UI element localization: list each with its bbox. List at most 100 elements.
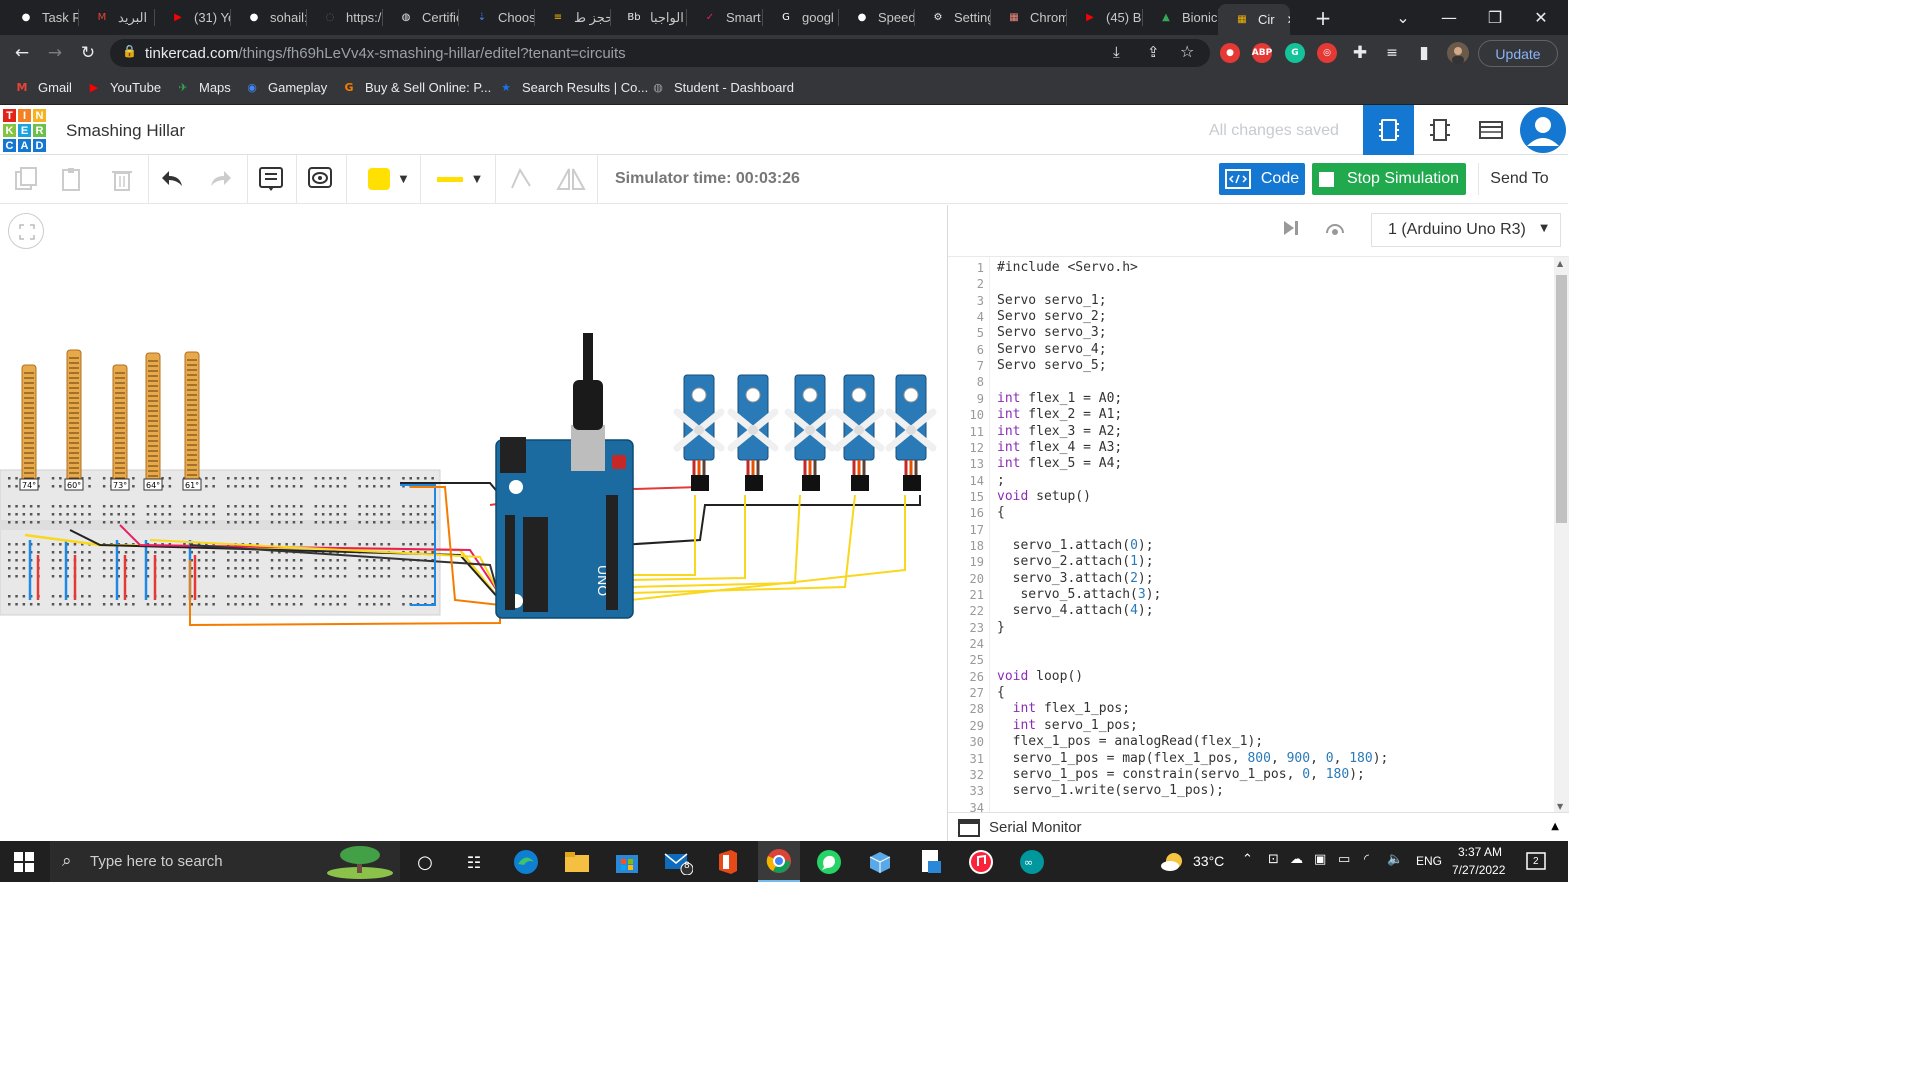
code-line[interactable]: servo_1.attach(0); (997, 538, 1154, 553)
browser-tab[interactable]: ▶ (45) Bi (1066, 4, 1142, 31)
flip-icon[interactable] (555, 163, 587, 195)
circuit-view-button[interactable] (1363, 105, 1414, 155)
browser-tab[interactable]: ✓ Smart (686, 4, 762, 31)
stop-simulation-button[interactable]: Stop Simulation (1312, 163, 1466, 195)
code-line[interactable]: ; (997, 473, 1005, 488)
bookmark-item[interactable]: M Gmail (14, 79, 72, 95)
editor-scrollbar[interactable]: ▲ ▼ (1554, 257, 1569, 812)
step-icon[interactable] (1281, 218, 1301, 243)
redo-icon[interactable] (204, 163, 236, 195)
browser-tab[interactable]: ▦ Cir ✕ (1218, 4, 1290, 35)
network-device-icon[interactable]: ▣ (1314, 852, 1326, 867)
browser-tab[interactable]: M البريد (78, 4, 154, 31)
code-line[interactable]: { (997, 685, 1005, 700)
code-line[interactable]: int flex_1 = A0; (997, 391, 1122, 406)
widgets-icon[interactable]: ☷ (458, 846, 490, 878)
chrome-taskbar-icon[interactable] (758, 841, 800, 882)
side-panel-icon[interactable]: ▮ (1412, 41, 1436, 65)
code-line[interactable]: servo_2.attach(1); (997, 554, 1154, 569)
browser-tab[interactable]: Ggoogl (762, 4, 838, 31)
code-line[interactable]: Servo servo_4; (997, 342, 1107, 357)
browser-tab[interactable]: ⇣ Choos (458, 4, 534, 31)
onedrive-icon[interactable]: ☁ (1290, 852, 1303, 867)
restore-icon[interactable]: ❐ (1472, 0, 1518, 35)
code-line[interactable]: int flex_4 = A3; (997, 440, 1122, 455)
browser-tab[interactable]: ◌ https:/ (306, 4, 382, 31)
wifi-icon[interactable]: ◜ (1364, 852, 1369, 867)
tab-search-icon[interactable]: ⌄ (1380, 0, 1426, 35)
browser-tab[interactable]: ● Task R (2, 4, 78, 31)
reload-icon[interactable]: ↻ (76, 41, 100, 65)
user-avatar[interactable] (1517, 105, 1568, 155)
close-window-icon[interactable]: ✕ (1518, 0, 1564, 35)
address-bar[interactable]: 🔒 tinkercad.com/things/fh69hLeVv4x-smash… (110, 39, 1210, 67)
expand-up-icon[interactable]: ▲ (1551, 821, 1559, 832)
code-line[interactable]: servo_1_pos = constrain(servo_1_pos, 0, … (997, 767, 1365, 782)
record-ext-icon[interactable]: ● (1220, 43, 1240, 63)
extensions-puzzle-icon[interactable]: ✚ (1348, 41, 1372, 65)
paste-icon[interactable] (56, 163, 88, 195)
lock-icon[interactable]: 🔒 (122, 44, 137, 58)
browser-tab[interactable]: ▶ (31) Yo (154, 4, 230, 31)
bookmark-item[interactable]: ✈ Maps (175, 79, 230, 95)
whatsapp-icon[interactable] (813, 846, 845, 878)
browser-tab[interactable]: ▦ Chrom (990, 4, 1066, 31)
code-line[interactable]: Servo servo_5; (997, 358, 1107, 373)
wire-type-picker[interactable]: ▼ (430, 163, 488, 195)
rotate-icon[interactable] (505, 163, 537, 195)
code-line[interactable]: int flex_3 = A2; (997, 424, 1122, 439)
bookmark-item[interactable]: ◉ Gameplay (244, 79, 327, 95)
circuit-canvas[interactable]: 74° 60° 73° 64° 61° UNO (0, 205, 947, 841)
bookmark-item[interactable]: ◍ Student - Dashboard (650, 79, 794, 95)
tray-icon[interactable]: ⊡ (1268, 852, 1279, 867)
language-indicator[interactable]: ENG (1416, 854, 1442, 868)
scroll-up-icon[interactable]: ▲ (1557, 259, 1563, 268)
code-line[interactable]: flex_1_pos = analogRead(flex_1); (997, 734, 1263, 749)
notes-icon[interactable] (255, 163, 287, 195)
code-line[interactable]: Servo servo_3; (997, 325, 1107, 340)
code-line[interactable]: } (997, 620, 1005, 635)
clock-date[interactable]: 7/27/2022 (1452, 863, 1505, 877)
install-icon[interactable]: ⤓ (1113, 43, 1120, 61)
send-to-button[interactable]: Send To (1478, 163, 1560, 195)
schematic-view-button[interactable] (1414, 105, 1465, 155)
browser-tab[interactable]: Bb الواجبا (610, 4, 686, 31)
forward-icon[interactable]: → (43, 41, 67, 65)
volume-icon[interactable]: 🔈 (1387, 852, 1403, 867)
browser-tab[interactable]: ● Speed (838, 4, 914, 31)
code-line[interactable]: { (997, 505, 1005, 520)
notifications-icon[interactable]: 2 (1526, 851, 1548, 878)
update-button[interactable]: Update (1478, 40, 1558, 67)
music-icon[interactable] (965, 846, 997, 878)
ext-red-icon[interactable]: ◎ (1317, 43, 1337, 63)
office-icon[interactable] (712, 846, 744, 878)
code-line[interactable]: int flex_5 = A4; (997, 456, 1122, 471)
browser-tab[interactable]: ▲ Bionic (1142, 4, 1218, 31)
delete-icon[interactable] (106, 163, 138, 195)
code-line[interactable]: servo_5.attach(3); (997, 587, 1161, 602)
minimize-icon[interactable]: — (1426, 0, 1472, 35)
serial-monitor-bar[interactable]: Serial Monitor ▲ (948, 812, 1569, 841)
browser-tab[interactable]: ● sohail: (230, 4, 306, 31)
3d-viewer-icon[interactable] (864, 846, 896, 878)
edge-icon[interactable] (510, 846, 542, 878)
close-tab-icon[interactable]: ✕ (1287, 13, 1290, 27)
code-line[interactable]: Servo servo_1; (997, 293, 1107, 308)
browser-tab[interactable]: ◍ Certific (382, 4, 458, 31)
code-line[interactable]: int servo_1_pos; (997, 718, 1138, 733)
arduino-ide-icon[interactable]: ∞ (1016, 846, 1048, 878)
scrollbar-thumb[interactable] (1556, 275, 1567, 523)
windows-start-icon[interactable] (8, 846, 40, 878)
clock-time[interactable]: 3:37 AM (1458, 845, 1502, 859)
grammarly-ext-icon[interactable]: G (1285, 43, 1305, 63)
store-icon[interactable] (611, 846, 643, 878)
debugger-icon[interactable] (1324, 218, 1346, 243)
code-line[interactable]: int flex_2 = A1; (997, 407, 1122, 422)
weather-icon[interactable] (1160, 851, 1184, 878)
new-tab-icon[interactable]: + (1308, 0, 1338, 35)
browser-tab[interactable]: ⚙ Setting (914, 4, 990, 31)
code-line[interactable]: servo_3.attach(2); (997, 571, 1154, 586)
code-line[interactable]: servo_1_pos = map(flex_1_pos, 800, 900, … (997, 751, 1389, 766)
file-explorer-icon[interactable] (561, 846, 593, 878)
tray-expand-icon[interactable]: ⌃ (1242, 852, 1253, 867)
